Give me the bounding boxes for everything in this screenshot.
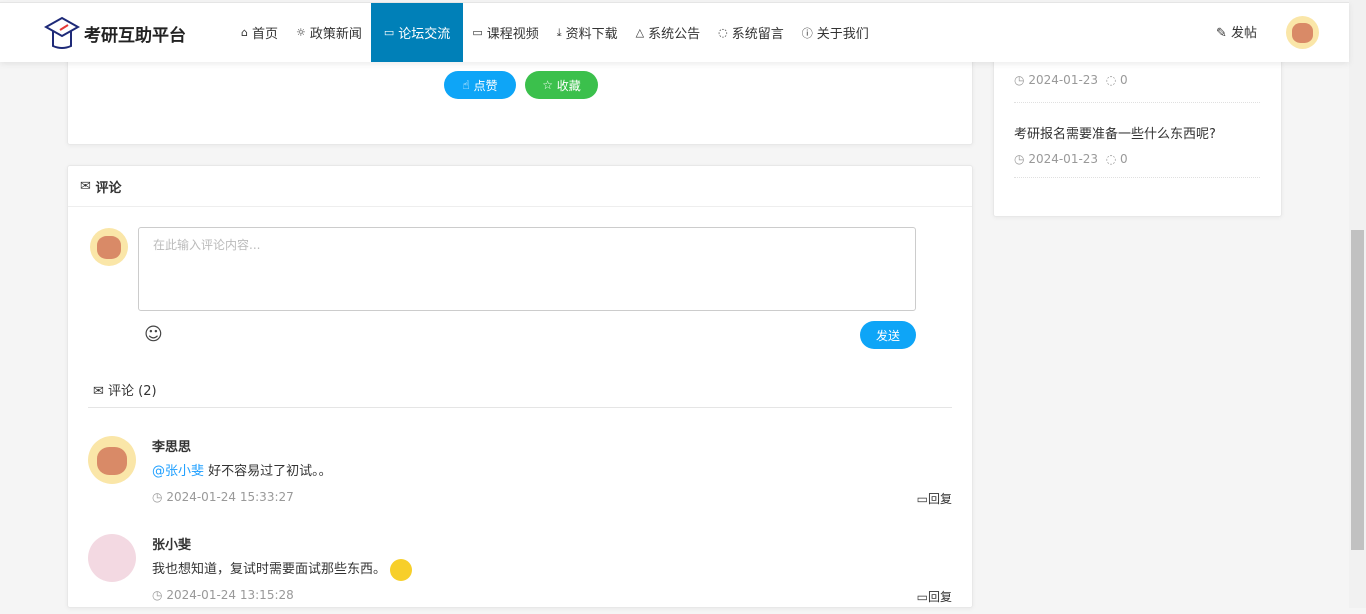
comment-text: 我也想知道，复试时需要面试那些东西。 <box>152 558 852 581</box>
comment-time: ◷ 2024-01-24 13:15:28 <box>152 588 452 602</box>
comments-icon: ✉ <box>93 384 104 399</box>
nav-forum[interactable]: ▭ 论坛交流 <box>370 3 464 62</box>
comments-card-header: ✉ 评论 <box>68 166 972 207</box>
post-date: 2024-01-23 <box>1028 152 1099 166</box>
nav-course-video[interactable]: ▭ 课程视频 <box>463 3 547 62</box>
alarm-icon: ◷ <box>1014 152 1025 166</box>
comments-card: ✉ 评论 ☺ 发送 ✉ 评论 (2) 李思思 @张小斐 好不容易过了初试。。 ◷… <box>67 165 973 608</box>
comment-count-icon: ◌ <box>1105 73 1117 87</box>
comment-count-header: ✉ 评论 (2) <box>88 372 952 408</box>
nav-label: 论坛交流 <box>398 27 451 42</box>
send-button[interactable]: 发送 <box>860 321 916 349</box>
comment-item: 李思思 @张小斐 好不容易过了初试。。 ◷ 2024-01-24 15:33:2… <box>88 436 952 516</box>
reply-label: 回复 <box>927 492 952 506</box>
alarm-icon: ◷ <box>1014 73 1025 87</box>
nav-label: 系统留言 <box>731 27 784 42</box>
star-icon: ☆ <box>542 78 553 92</box>
commenter-avatar <box>88 534 136 582</box>
bell-icon: △ <box>635 26 645 39</box>
comment-body: 我也想知道，复试时需要面试那些东西。 <box>152 562 387 577</box>
scrollbar-thumb[interactable] <box>1351 230 1364 550</box>
reply-button[interactable]: ▭回复 <box>888 588 952 605</box>
message-icon: ▭ <box>383 26 395 39</box>
top-nav: 考研互助平台 ⌂ 首页 ☼ 政策新闻 ▭ 论坛交流 ▭ 课程视频 ⤓ 资料下载 △ 系统公告… <box>0 2 1349 62</box>
smile-emoji-icon <box>390 558 413 581</box>
comments-title: 评论 <box>95 180 122 196</box>
emoji-picker-icon[interactable]: ☺ <box>144 324 164 345</box>
brand-title: 考研互助平台 <box>84 25 186 46</box>
comment-input[interactable] <box>138 227 916 311</box>
new-post-button[interactable]: ✎ 发帖 <box>1216 22 1276 41</box>
comment-count-icon: ◌ <box>1105 152 1117 166</box>
comment-item: 张小斐 我也想知道，复试时需要面试那些东西。 ◷ 2024-01-24 13:1… <box>88 534 952 614</box>
current-user-avatar <box>90 228 128 266</box>
new-post-label: 发帖 <box>1231 26 1258 41</box>
post-comment-count: 0 <box>1120 152 1128 166</box>
comment-timestamp: 2024-01-24 15:33:27 <box>166 490 294 504</box>
sun-icon: ☼ <box>296 26 306 39</box>
home-icon: ⌂ <box>241 26 248 39</box>
post-date: 2024-01-23 <box>1028 73 1099 87</box>
comment-count: 评论 (2) <box>108 384 157 399</box>
info-icon: ⓘ <box>801 26 813 40</box>
commenter-name: 张小斐 <box>152 538 192 553</box>
nav-label: 关于我们 <box>816 27 869 42</box>
user-avatar[interactable] <box>1286 16 1319 49</box>
nav-downloads[interactable]: ⤓ 资料下载 <box>548 3 627 62</box>
nav-label: 资料下载 <box>565 27 618 42</box>
chat-icon: ◌ <box>718 26 728 39</box>
like-label: 点赞 <box>473 78 498 93</box>
post-comment-count: 0 <box>1120 73 1128 87</box>
main-nav: ⌂ 首页 ☼ 政策新闻 ▭ 论坛交流 ▭ 课程视频 ⤓ 资料下载 △ 系统公告 ◌ 系统留言 … <box>232 3 1032 62</box>
alarm-icon: ◷ <box>152 490 163 504</box>
comment-timestamp: 2024-01-24 13:15:28 <box>166 588 294 602</box>
comment-text: @张小斐 好不容易过了初试。。 <box>152 460 852 479</box>
nav-policy-news[interactable]: ☼ 政策新闻 <box>287 3 371 62</box>
page-scrollbar[interactable] <box>1349 0 1366 608</box>
alarm-icon: ◷ <box>152 588 163 602</box>
video-icon: ▭ <box>472 26 483 39</box>
nav-label: 政策新闻 <box>309 27 362 42</box>
related-post-item[interactable]: ◷ 2024-01-23 ◌ 0 <box>1014 73 1260 103</box>
nav-announcements[interactable]: △ 系统公告 <box>627 3 709 62</box>
reply-button[interactable]: ▭回复 <box>888 490 952 507</box>
nav-messages[interactable]: ◌ 系统留言 <box>709 3 793 62</box>
nav-label: 系统公告 <box>648 27 701 42</box>
post-meta: ◷ 2024-01-23 ◌ 0 <box>1014 73 1260 87</box>
comment-body: 好不容易过了初试。。 <box>204 464 332 479</box>
post-title[interactable]: 考研报名需要准备一些什么东西呢? <box>1014 123 1260 142</box>
comments-icon: ✉ <box>80 178 91 194</box>
edit-icon: ✎ <box>1216 26 1227 41</box>
comment-time: ◷ 2024-01-24 15:33:27 <box>152 490 452 504</box>
post-meta: ◷ 2024-01-23 ◌ 0 <box>1014 152 1260 166</box>
nav-label: 课程视频 <box>486 27 539 42</box>
related-post-item[interactable]: 考研报名需要准备一些什么东西呢? ◷ 2024-01-23 ◌ 0 <box>1014 123 1260 178</box>
nav-home[interactable]: ⌂ 首页 <box>232 3 287 62</box>
commenter-avatar <box>88 436 136 484</box>
nav-about[interactable]: ⓘ 关于我们 <box>793 3 878 62</box>
reply-icon: ▭ <box>916 590 928 604</box>
reply-icon: ▭ <box>916 492 928 506</box>
graduation-cap-icon <box>44 16 80 49</box>
favorite-label: 收藏 <box>556 78 581 93</box>
nav-label: 首页 <box>251 27 278 42</box>
like-button[interactable]: ☝ 点赞 <box>444 71 516 99</box>
mention-link[interactable]: @张小斐 <box>152 464 204 479</box>
favorite-button[interactable]: ☆ 收藏 <box>525 71 598 99</box>
thumb-up-icon: ☝ <box>462 78 470 92</box>
brand-logo[interactable]: 考研互助平台 <box>44 15 234 51</box>
reply-label: 回复 <box>927 590 952 604</box>
download-icon: ⤓ <box>556 25 562 39</box>
commenter-name: 李思思 <box>152 440 192 455</box>
